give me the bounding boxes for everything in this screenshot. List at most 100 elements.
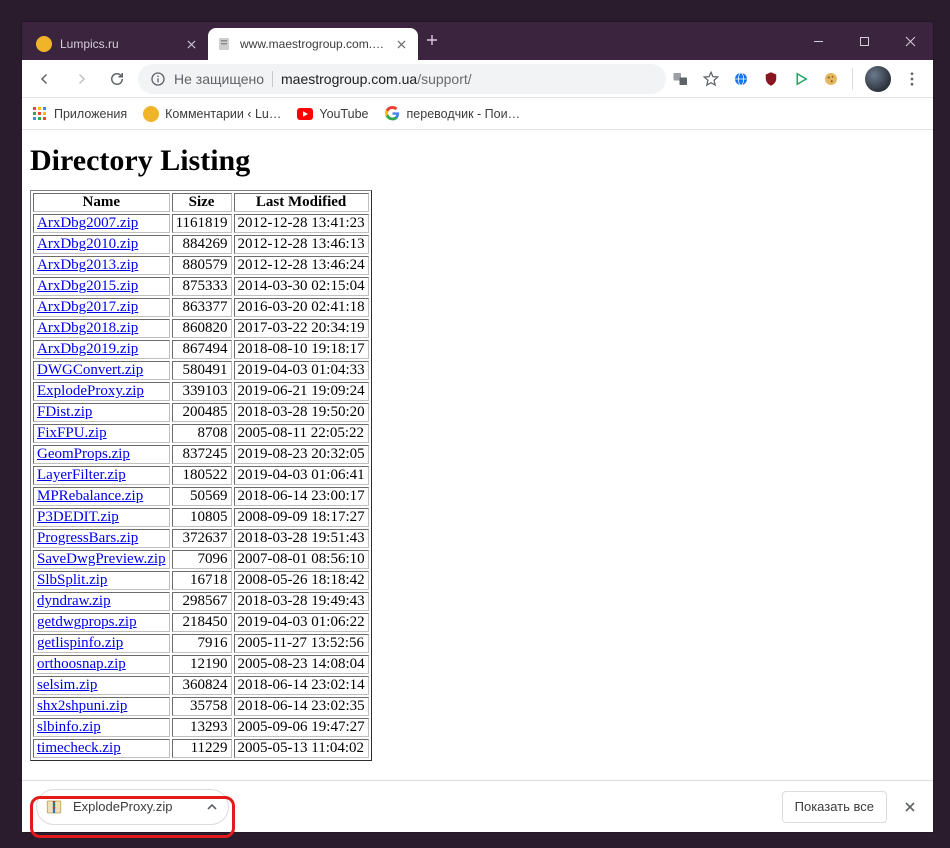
address-bar[interactable]: Не защищено maestrogroup.com.ua/support/ <box>138 64 666 94</box>
file-link[interactable]: ArxDbg2018.zip <box>37 320 138 336</box>
bookmark-lumpics[interactable]: Комментарии ‹ Lu… <box>143 106 281 122</box>
ext-cookie-icon[interactable] <box>822 70 840 88</box>
close-shelf-button[interactable] <box>901 798 919 816</box>
file-link[interactable]: MPRebalance.zip <box>37 488 143 504</box>
cell-modified: 2008-09-09 18:17:27 <box>234 508 369 527</box>
reload-button[interactable] <box>102 64 132 94</box>
chevron-up-icon[interactable] <box>206 801 218 813</box>
bookmark-label: Приложения <box>54 107 127 121</box>
tab-label: www.maestrogroup.com.ua/supp <box>240 37 386 51</box>
cell-size: 360824 <box>172 676 232 695</box>
file-link[interactable]: ExplodeProxy.zip <box>37 383 144 399</box>
file-link[interactable]: getdwgprops.zip <box>37 614 137 630</box>
table-row: ArxDbg2010.zip 8842692012-12-28 13:46:13 <box>33 235 369 254</box>
tab-active[interactable]: www.maestrogroup.com.ua/supp <box>208 28 418 60</box>
file-link[interactable]: ArxDbg2007.zip <box>37 215 138 231</box>
table-row: getdwgprops.zip2184502019-04-03 01:06:22 <box>33 613 369 632</box>
table-row: ArxDbg2017.zip8633772016-03-20 02:41:18 <box>33 298 369 317</box>
file-link[interactable]: FixFPU.zip <box>37 425 107 441</box>
back-button[interactable] <box>30 64 60 94</box>
cell-name: dyndraw.zip <box>33 592 170 611</box>
file-link[interactable]: timecheck.zip <box>37 740 121 756</box>
cell-modified: 2018-06-14 23:00:17 <box>234 487 369 506</box>
info-icon[interactable] <box>150 71 166 87</box>
table-row: ExplodeProxy.zip3391032019-06-21 19:09:2… <box>33 382 369 401</box>
file-link[interactable]: SlbSplit.zip <box>37 572 107 588</box>
downloads-shelf: ExplodeProxy.zip Показать все <box>22 780 933 832</box>
tab-inactive[interactable]: Lumpics.ru <box>28 28 208 60</box>
file-link[interactable]: orthoosnap.zip <box>37 656 126 672</box>
cell-name: shx2shpuni.zip <box>33 697 170 716</box>
file-link[interactable]: ArxDbg2015.zip <box>37 278 138 294</box>
file-link[interactable]: ProgressBars.zip <box>37 530 138 546</box>
close-icon[interactable] <box>184 37 198 51</box>
cell-size: 50569 <box>172 487 232 506</box>
table-row: ArxDbg2013.zip8805792012-12-28 13:46:24 <box>33 256 369 275</box>
file-link[interactable]: ArxDbg2019.zip <box>37 341 138 357</box>
titlebar: Lumpics.ru www.maestrogroup.com.ua/supp <box>22 22 933 60</box>
download-chip[interactable]: ExplodeProxy.zip <box>36 789 229 825</box>
file-link[interactable]: ArxDbg2017.zip <box>37 299 138 315</box>
maximize-button[interactable] <box>841 22 887 60</box>
show-all-downloads-button[interactable]: Показать все <box>782 791 887 823</box>
file-link[interactable]: SaveDwgPreview.zip <box>37 551 166 567</box>
cell-modified: 2014-03-30 02:15:04 <box>234 277 369 296</box>
ext-shield-icon[interactable] <box>762 70 780 88</box>
cell-modified: 2005-08-23 14:08:04 <box>234 655 369 674</box>
ext-globe-icon[interactable] <box>732 70 750 88</box>
close-icon[interactable] <box>394 37 408 51</box>
table-row: GeomProps.zip8372452019-08-23 20:32:05 <box>33 445 369 464</box>
file-link[interactable]: getlispinfo.zip <box>37 635 123 651</box>
cell-name: ExplodeProxy.zip <box>33 382 170 401</box>
file-link[interactable]: shx2shpuni.zip <box>37 698 127 714</box>
file-link[interactable]: dyndraw.zip <box>37 593 111 609</box>
file-link[interactable]: GeomProps.zip <box>37 446 130 462</box>
forward-button[interactable] <box>66 64 96 94</box>
cell-size: 1161819 <box>172 214 232 233</box>
file-link[interactable]: ArxDbg2010.zip <box>37 236 138 252</box>
cell-modified: 2005-11-27 13:52:56 <box>234 634 369 653</box>
cell-modified: 2018-06-14 23:02:35 <box>234 697 369 716</box>
cell-name: getdwgprops.zip <box>33 613 170 632</box>
file-link[interactable]: ArxDbg2013.zip <box>37 257 138 273</box>
translate-icon[interactable] <box>672 70 690 88</box>
table-row: slbinfo.zip132932005-09-06 19:47:27 <box>33 718 369 737</box>
ext-play-icon[interactable] <box>792 70 810 88</box>
cell-size: 298567 <box>172 592 232 611</box>
cell-size: 13293 <box>172 718 232 737</box>
security-label: Не защищено <box>174 71 264 87</box>
directory-table: Name Size Last Modified ArxDbg2007.zip11… <box>30 190 372 761</box>
new-tab-button[interactable] <box>418 34 446 49</box>
file-link[interactable]: LayerFilter.zip <box>37 467 126 483</box>
bookmark-youtube[interactable]: YouTube <box>297 106 368 122</box>
file-link[interactable]: FDist.zip <box>37 404 92 420</box>
table-row: orthoosnap.zip121902005-08-23 14:08:04 <box>33 655 369 674</box>
table-row: LayerFilter.zip1805222019-04-03 01:06:41 <box>33 466 369 485</box>
table-row: shx2shpuni.zip357582018-06-14 23:02:35 <box>33 697 369 716</box>
cell-name: ArxDbg2019.zip <box>33 340 170 359</box>
star-icon[interactable] <box>702 70 720 88</box>
profile-avatar[interactable] <box>865 66 891 92</box>
file-link[interactable]: DWGConvert.zip <box>37 362 143 378</box>
url-text: maestrogroup.com.ua/support/ <box>281 71 472 87</box>
table-row: MPRebalance.zip 505692018-06-14 23:00:17 <box>33 487 369 506</box>
close-window-button[interactable] <box>887 22 933 60</box>
file-link[interactable]: selsim.zip <box>37 677 97 693</box>
site-favicon-icon <box>216 36 232 52</box>
file-link[interactable]: slbinfo.zip <box>37 719 101 735</box>
cell-size: 884269 <box>172 235 232 254</box>
table-row: P3DEDIT.zip108052008-09-09 18:17:27 <box>33 508 369 527</box>
file-link[interactable]: P3DEDIT.zip <box>37 509 119 525</box>
tab-label: Lumpics.ru <box>60 37 176 51</box>
cell-size: 180522 <box>172 466 232 485</box>
cell-modified: 2018-03-28 19:50:20 <box>234 403 369 422</box>
lumpics-favicon-icon <box>36 36 52 52</box>
table-row: getlispinfo.zip79162005-11-27 13:52:56 <box>33 634 369 653</box>
minimize-button[interactable] <box>795 22 841 60</box>
kebab-menu-icon[interactable] <box>903 70 921 88</box>
bookmark-google[interactable]: переводчик - Пои… <box>385 106 521 122</box>
bookmark-apps[interactable]: Приложения <box>32 106 127 122</box>
extensions <box>672 66 925 92</box>
cell-modified: 2012-12-28 13:46:13 <box>234 235 369 254</box>
table-row: SlbSplit.zip167182008-05-26 18:18:42 <box>33 571 369 590</box>
